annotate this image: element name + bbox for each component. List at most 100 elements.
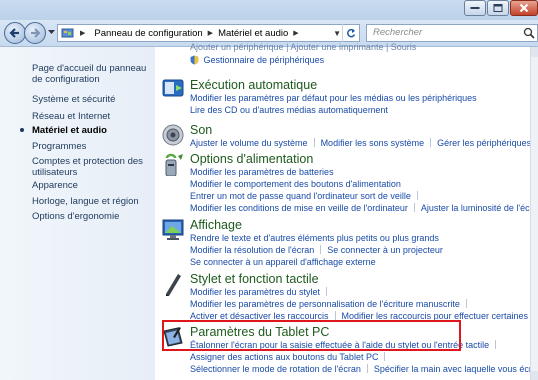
display-links-line-3: Se connecter à un appareil d'affichage e…: [190, 257, 376, 267]
sound-links-line: Ajuster le volume du système Modifier les…: [190, 138, 538, 148]
device-manager-line: Gestionnaire de périphériques: [190, 55, 324, 65]
pen-links-line-1: Modifier les paramètres du stylet: [190, 287, 333, 297]
power-links-line-4: Modifier les conditions de mise en veill…: [190, 203, 538, 213]
tablet-links-line-2: Assigner des actions aux boutons du Tabl…: [190, 352, 391, 362]
link-separator: [495, 340, 497, 349]
left-link-ease-of-access[interactable]: Options d'ergonomie: [32, 211, 150, 222]
sound-link-audio-devices[interactable]: Gérer les périphériques audio: [437, 138, 538, 148]
power-links-line-3: Entrer un mot de passe quand l'ordinateu…: [190, 191, 424, 201]
title-bar: [0, 0, 538, 20]
breadcrumb-control-panel[interactable]: Panneau de configuration: [94, 28, 202, 39]
link-separator: [465, 299, 467, 308]
display-link-projector[interactable]: Se connecter à un projecteur: [327, 245, 443, 255]
link-separator: [313, 138, 315, 147]
minimize-button[interactable]: [464, 0, 486, 16]
pen-touch-title[interactable]: Stylet et fonction tactile: [190, 272, 319, 286]
search-icon[interactable]: [523, 27, 535, 39]
link-separator: [326, 287, 328, 296]
refresh-icon: [347, 28, 356, 38]
left-link-home[interactable]: Page d'accueil du panneau de configurati…: [32, 63, 150, 85]
explorer-window: ▶ Panneau de configuration ▶ Matériel et…: [0, 0, 538, 380]
left-link-system-security[interactable]: Système et sécurité: [32, 94, 150, 105]
window-controls: [463, 0, 538, 18]
forward-arrow-icon: [31, 28, 41, 38]
search-input[interactable]: Rechercher: [366, 24, 538, 42]
tablet-link-button-actions[interactable]: Assigner des actions aux boutons du Tabl…: [190, 352, 378, 362]
left-link-programs[interactable]: Programmes: [32, 141, 150, 152]
power-link-power-buttons[interactable]: Modifier le comportement des boutons d'a…: [190, 179, 401, 189]
link-separator: [430, 138, 432, 147]
current-section-bullet: [20, 128, 24, 132]
link-separator: [416, 191, 418, 200]
scroll-down-arrow-icon[interactable]: [531, 371, 538, 380]
minimize-icon: [470, 7, 480, 9]
device-manager-link[interactable]: Gestionnaire de périphériques: [204, 55, 325, 65]
breadcrumb-separator-icon[interactable]: ▶: [208, 29, 213, 37]
left-link-clock-language-region[interactable]: Horloge, langue et région: [32, 196, 150, 207]
pen-icon: [166, 274, 181, 296]
pen-link-handwriting[interactable]: Modifier les paramètres de personnalisat…: [190, 299, 460, 309]
red-highlight-box: [162, 320, 461, 351]
left-link-appearance[interactable]: Apparence: [32, 180, 150, 191]
tablet-link-handedness[interactable]: Spécifier la main avec laquelle vous écr…: [374, 364, 538, 374]
left-link-hardware-sound[interactable]: Matériel et audio: [32, 125, 150, 136]
autoplay-links-line-1: Modifier les paramètres par défaut pour …: [190, 93, 477, 103]
tablet-links-line-3: Sélectionner le mode de rotation de l'éc…: [190, 364, 538, 374]
autoplay-icon: [162, 79, 184, 97]
display-title[interactable]: Affichage: [190, 218, 242, 232]
scroll-up-arrow-icon[interactable]: [531, 47, 538, 57]
link-separator: [413, 203, 415, 212]
link-separator: [334, 311, 336, 320]
back-button[interactable]: [4, 22, 26, 44]
power-link-sleep-conditions[interactable]: Modifier les conditions de mise en veill…: [190, 203, 408, 213]
link-separator: [320, 245, 322, 254]
autoplay-links-line-2: Lire des CD ou d'autres médias automatiq…: [190, 105, 388, 115]
power-link-password-wake[interactable]: Entrer un mot de passe quand l'ordinateu…: [190, 191, 411, 201]
display-link-resolution[interactable]: Modifier la résolution de l'écran: [190, 245, 314, 255]
left-link-user-accounts[interactable]: Comptes et protection des utilisateurs: [32, 156, 150, 178]
left-navigation-pane: Page d'accueil du panneau de configurati…: [0, 47, 155, 380]
autoplay-title[interactable]: Exécution automatique: [190, 78, 317, 92]
search-placeholder: Rechercher: [373, 27, 423, 38]
back-arrow-icon: [9, 28, 19, 38]
partial-link-line[interactable]: Ajouter un périphérique | Ajouter une im…: [190, 42, 416, 52]
refresh-button[interactable]: [342, 24, 359, 42]
sound-link-volume[interactable]: Ajuster le volume du système: [190, 138, 308, 148]
tablet-link-rotation[interactable]: Sélectionner le mode de rotation de l'éc…: [190, 364, 361, 374]
control-panel-icon: [61, 28, 74, 38]
maximize-icon: [493, 4, 503, 12]
address-dropdown-icon[interactable]: ▼: [333, 29, 341, 38]
power-links-line-1: Modifier les paramètres de batteries: [190, 167, 334, 177]
breadcrumb-separator-icon: ▶: [80, 30, 86, 37]
shield-icon: [190, 55, 199, 65]
link-separator: [384, 352, 386, 361]
link-separator: [366, 364, 368, 373]
address-bar[interactable]: ▶ Panneau de configuration ▶ Matériel et…: [57, 24, 360, 42]
sound-link-system-sounds[interactable]: Modifier les sons système: [321, 138, 425, 148]
power-title[interactable]: Options d'alimentation: [190, 152, 313, 166]
breadcrumb-separator-icon[interactable]: ▶: [293, 29, 298, 37]
autoplay-link-play-cd[interactable]: Lire des CD ou d'autres médias automatiq…: [190, 105, 388, 115]
speaker-icon: [162, 124, 184, 146]
display-links-line-1: Rendre le texte et d'autres éléments plu…: [190, 233, 439, 243]
pen-link-pen-settings[interactable]: Modifier les paramètres du stylet: [190, 287, 320, 297]
power-link-battery-settings[interactable]: Modifier les paramètres de batteries: [190, 167, 334, 177]
recent-pages-dropdown-icon[interactable]: [48, 30, 55, 35]
maximize-button[interactable]: [487, 0, 509, 16]
display-link-text-size[interactable]: Rendre le texte et d'autres éléments plu…: [190, 233, 439, 243]
pen-links-line-2: Modifier les paramètres de personnalisat…: [190, 299, 473, 309]
sound-title[interactable]: Son: [190, 123, 212, 137]
autoplay-link-default-settings[interactable]: Modifier les paramètres par défaut pour …: [190, 93, 477, 103]
display-icon: [162, 219, 184, 240]
close-button[interactable]: [510, 0, 538, 16]
power-links-line-2: Modifier le comportement des boutons d'a…: [190, 179, 401, 189]
breadcrumb-hardware-sound[interactable]: Matériel et audio: [218, 28, 288, 39]
power-link-brightness[interactable]: Ajuster la luminosité de l'écran: [421, 203, 538, 213]
display-links-line-2: Modifier la résolution de l'écran Se conn…: [190, 245, 443, 255]
forward-button[interactable]: [24, 22, 46, 44]
close-icon: [519, 3, 529, 13]
display-link-external-display[interactable]: Se connecter à un appareil d'affichage e…: [190, 257, 376, 267]
power-options-icon: [165, 153, 183, 176]
left-link-network-internet[interactable]: Réseau et Internet: [32, 111, 150, 122]
vertical-scrollbar[interactable]: [530, 47, 538, 380]
